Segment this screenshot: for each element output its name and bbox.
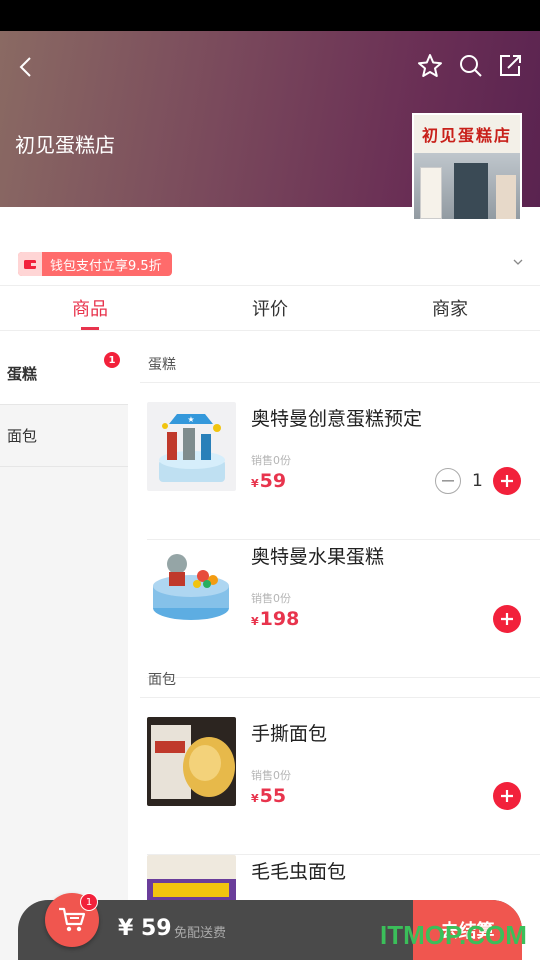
product-price: ¥59 xyxy=(251,470,286,492)
tab-reviews[interactable]: 评价 xyxy=(180,286,360,330)
chevron-down-icon xyxy=(513,259,523,265)
add-to-cart-button[interactable] xyxy=(493,467,521,495)
cart-icon xyxy=(59,907,86,932)
product-image[interactable] xyxy=(147,540,236,629)
section-title-bread: 面包 xyxy=(148,672,176,688)
plus-icon xyxy=(501,613,513,625)
product-image[interactable] xyxy=(147,717,236,806)
product-sales: 销售0份 xyxy=(251,769,291,782)
tab-bar: 商品 评价 商家 xyxy=(0,285,540,331)
svg-text:★: ★ xyxy=(187,415,194,424)
product-sales: 销售0份 xyxy=(251,592,291,605)
price-value: 198 xyxy=(259,608,300,630)
promo-text: 钱包支付立享9.5折 xyxy=(50,258,162,274)
product-item[interactable]: 奥特曼水果蛋糕 销售0份 ¥198 xyxy=(147,540,540,678)
product-name: 奥特曼水果蛋糕 xyxy=(251,546,385,568)
counter xyxy=(496,175,516,219)
back-button[interactable] xyxy=(12,53,38,81)
currency-symbol: ¥ xyxy=(251,792,259,805)
sidebar-item-bread[interactable]: 面包 xyxy=(0,405,128,467)
add-to-cart-button[interactable] xyxy=(493,605,521,633)
divider xyxy=(147,677,540,678)
price-value: 55 xyxy=(259,785,287,807)
decrease-quantity-button[interactable] xyxy=(435,468,461,494)
product-price: ¥198 xyxy=(251,608,299,630)
product-name: 毛毛虫面包 xyxy=(251,861,347,883)
tab-merchant[interactable]: 商家 xyxy=(360,286,540,330)
sidebar-item-label: 面包 xyxy=(7,427,38,445)
product-item[interactable]: ★ 奥特曼创意蛋糕预定 销售0份 ¥59 1 xyxy=(147,402,540,540)
share-button[interactable] xyxy=(495,51,525,81)
shop-sign: 初见蛋糕店 xyxy=(414,115,520,153)
product-name: 手撕面包 xyxy=(251,723,328,745)
status-bar xyxy=(0,0,540,31)
product-name: 奥特曼创意蛋糕预定 xyxy=(251,408,423,430)
shop-name: 初见蛋糕店 xyxy=(15,133,115,157)
plus-icon xyxy=(501,790,513,802)
divider xyxy=(140,382,540,383)
plus-icon xyxy=(501,475,513,487)
promo-tag[interactable]: 钱包支付立享9.5折 xyxy=(18,252,172,276)
search-icon xyxy=(460,55,482,77)
product-sales: 销售0份 xyxy=(251,454,291,467)
product-image[interactable]: ★ xyxy=(147,402,236,491)
star-icon xyxy=(418,54,442,77)
tab-products[interactable]: 商品 xyxy=(0,286,180,330)
quantity-value: 1 xyxy=(472,471,483,491)
back-arrow-icon xyxy=(19,57,31,77)
product-item[interactable]: 手撕面包 销售0份 ¥55 xyxy=(147,717,540,855)
product-price: ¥55 xyxy=(251,785,286,807)
section-title-cake: 蛋糕 xyxy=(148,357,176,373)
share-icon xyxy=(500,55,521,76)
minus-icon xyxy=(442,480,454,482)
divider xyxy=(140,697,540,698)
add-to-cart-button[interactable] xyxy=(493,782,521,810)
delivery-fee-text: 免配送费 xyxy=(174,926,227,941)
cake-shelf xyxy=(420,167,442,219)
sidebar-item-cake[interactable]: 蛋糕 1 xyxy=(0,343,128,405)
shop-header: 初见蛋糕店 初见蛋糕店 xyxy=(0,31,540,221)
shop-photo[interactable]: 初见蛋糕店 xyxy=(412,113,522,221)
wallet-icon xyxy=(18,252,42,276)
cart-count-badge: 1 xyxy=(80,893,98,911)
category-sidebar: 蛋糕 1 面包 xyxy=(0,343,128,960)
search-button[interactable] xyxy=(456,51,486,81)
sidebar-item-label: 蛋糕 xyxy=(7,365,38,383)
category-count-badge: 1 xyxy=(104,352,120,368)
favorite-button[interactable] xyxy=(415,51,445,81)
shop-door xyxy=(454,163,488,219)
watermark: ITMOP.COM xyxy=(380,920,527,950)
currency-symbol: ¥ xyxy=(251,615,259,628)
expand-promo-button[interactable] xyxy=(508,254,528,270)
cart-total: ¥ 59 xyxy=(118,916,172,941)
currency-symbol: ¥ xyxy=(251,477,259,490)
price-value: 59 xyxy=(259,470,287,492)
